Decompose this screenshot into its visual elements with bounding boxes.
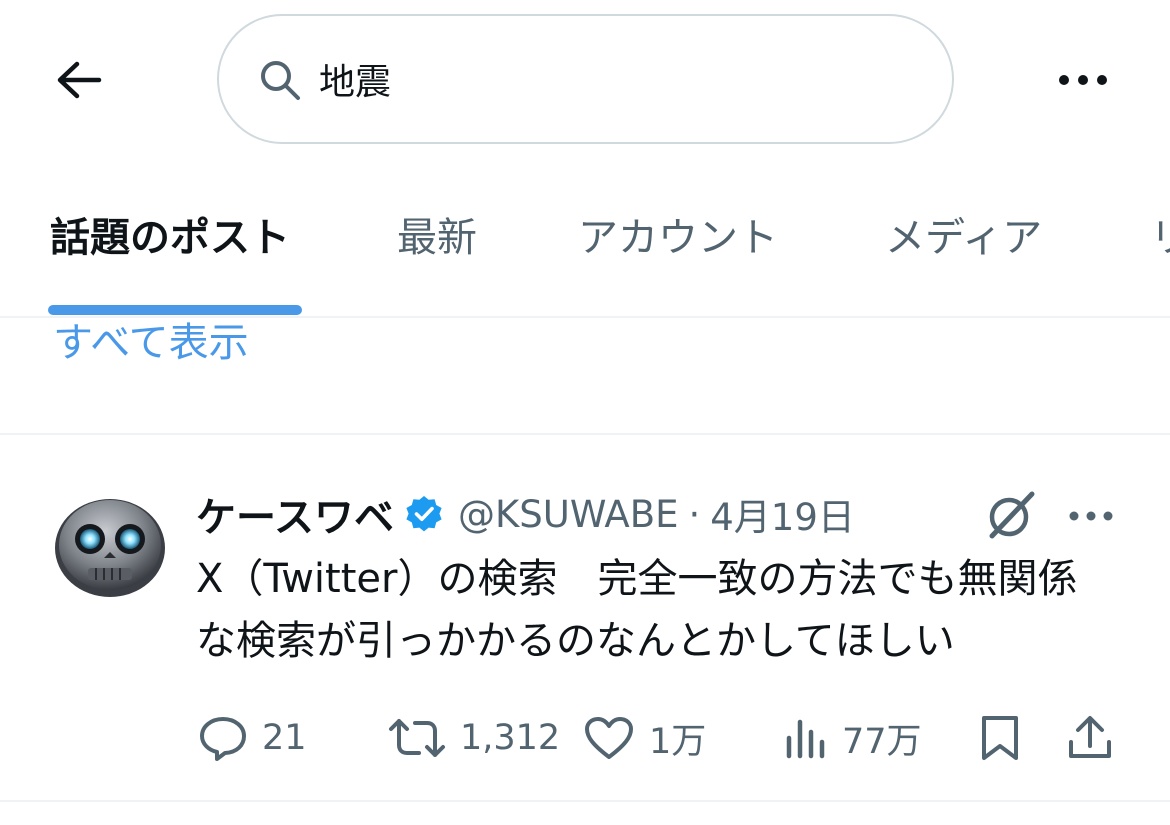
more-horizontal-icon	[1058, 74, 1108, 86]
search-icon	[259, 59, 301, 101]
search-input[interactable]	[319, 46, 919, 112]
author-handle[interactable]: @KSUWABE	[458, 493, 678, 536]
grok-button[interactable]	[982, 488, 1038, 544]
post-text: X（Twitter）の検索 完全一致の方法でも無関係な検索が引っかかるのなんとか…	[196, 556, 1078, 664]
divider	[0, 433, 1170, 435]
share-button[interactable]	[1066, 708, 1114, 768]
views-count: 77万	[842, 721, 922, 762]
views-button[interactable]: 77万	[784, 708, 922, 768]
views-icon	[784, 716, 828, 760]
like-count: 1万	[649, 721, 707, 762]
like-button[interactable]: 1万	[583, 708, 706, 768]
arrow-left-icon	[55, 60, 103, 100]
repost-icon	[388, 716, 446, 760]
bookmark-button[interactable]	[978, 708, 1022, 768]
verified-badge-icon[interactable]	[404, 494, 444, 534]
more-options-button[interactable]	[1050, 58, 1116, 102]
active-tab-indicator	[48, 305, 302, 315]
show-all-link[interactable]: すべて表示	[53, 317, 249, 369]
tab-top-posts[interactable]: 話題のポスト	[50, 208, 290, 268]
post-more-button[interactable]	[1062, 496, 1120, 536]
search-box[interactable]	[217, 14, 954, 144]
reply-icon	[198, 715, 248, 761]
repost-button[interactable]: 1,312	[388, 708, 560, 768]
tab-media[interactable]: メディア	[885, 208, 1042, 268]
heart-icon	[583, 715, 635, 761]
bookmark-icon	[978, 714, 1022, 762]
reply-count: 21	[262, 718, 307, 758]
reply-button[interactable]: 21	[198, 708, 307, 768]
repost-count: 1,312	[460, 718, 561, 758]
avatar[interactable]	[52, 492, 168, 600]
tab-latest[interactable]: 最新	[397, 208, 477, 268]
meta-separator: ·	[688, 492, 701, 536]
more-horizontal-icon	[1069, 511, 1113, 521]
post-date[interactable]: 4月19日	[710, 487, 855, 541]
post-author-line: ケースワベ @KSUWABE · 4月19日	[196, 486, 855, 542]
author-name[interactable]: ケースワベ	[196, 485, 394, 543]
tab-accounts[interactable]: アカウント	[578, 208, 778, 268]
share-icon	[1066, 714, 1114, 762]
back-button[interactable]	[48, 52, 110, 108]
grok-icon	[982, 488, 1038, 544]
divider	[0, 800, 1170, 802]
tab-lists[interactable]: リ	[1150, 208, 1170, 268]
